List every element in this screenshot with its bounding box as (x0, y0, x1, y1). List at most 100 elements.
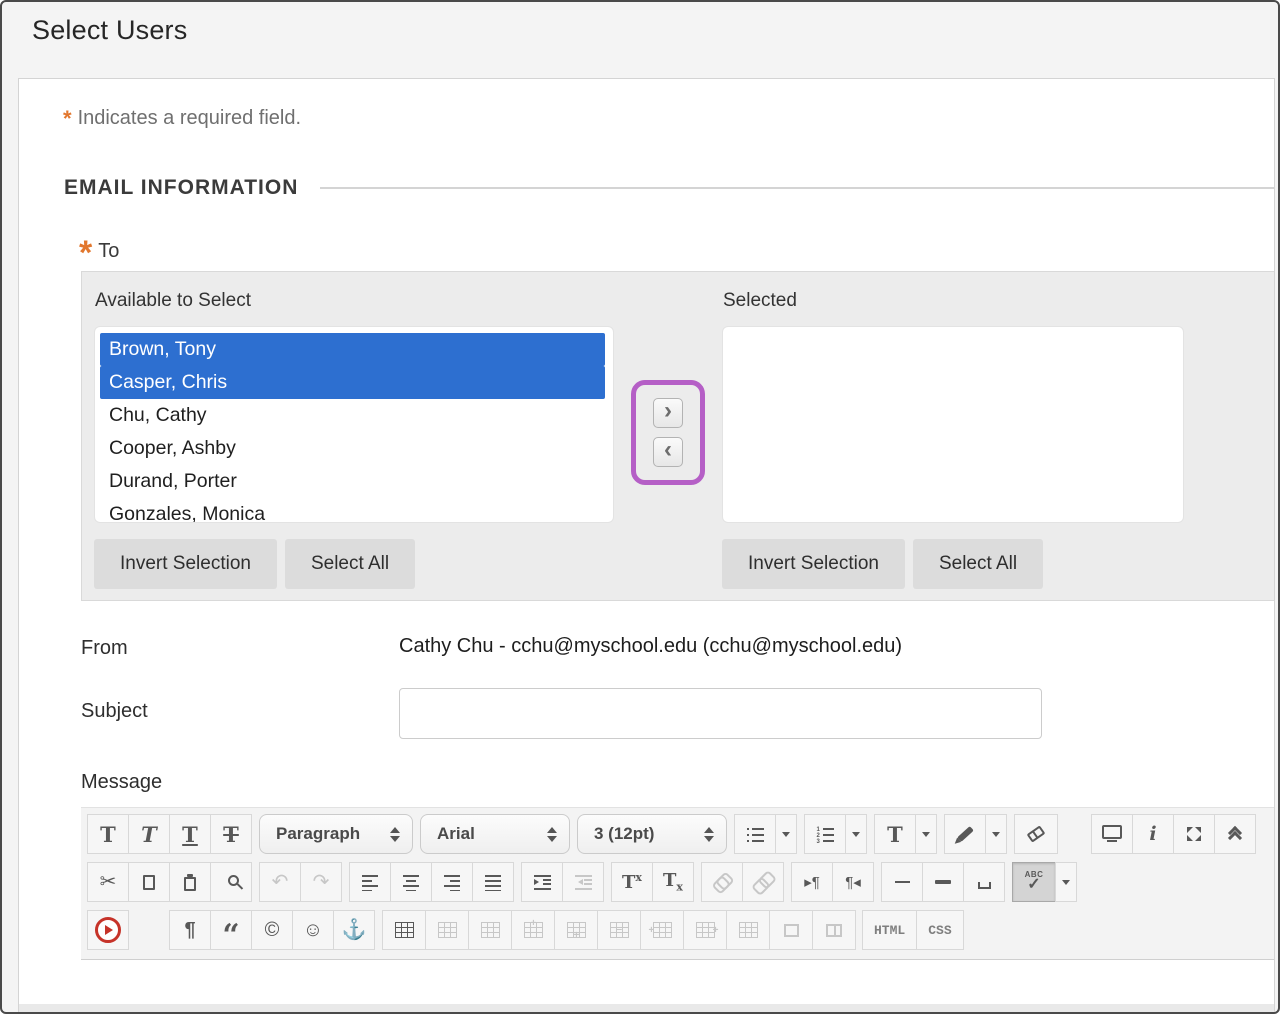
available-actions: Invert Selection Select All (94, 539, 614, 589)
list-item[interactable]: Brown, Tony (100, 333, 605, 366)
bullet-list-button[interactable] (734, 814, 776, 854)
paragraph-marks-button[interactable]: ¶ (169, 910, 211, 950)
bullet-list-menu-button[interactable] (775, 814, 797, 854)
copyright-icon: © (265, 920, 280, 940)
redo-button[interactable]: ↷ (300, 862, 342, 902)
insert-column-right-button[interactable] (683, 910, 727, 950)
special-characters-button[interactable]: © (251, 910, 293, 950)
list-item[interactable]: Durand, Porter (100, 465, 605, 498)
rtl-paragraph-button[interactable]: ¶◂ (832, 862, 874, 902)
collapse-toolbar-button[interactable] (1214, 814, 1256, 854)
selected-select-all-button[interactable]: Select All (913, 539, 1043, 589)
insert-row-below-button[interactable] (554, 910, 598, 950)
outdent-button[interactable] (562, 862, 604, 902)
paste-button[interactable] (169, 862, 211, 902)
insert-row-above-button[interactable] (511, 910, 555, 950)
align-center-icon (403, 874, 419, 891)
align-right-button[interactable] (431, 862, 473, 902)
available-listbox[interactable]: Brown, Tony Casper, Chris Chu, Cathy Coo… (94, 326, 614, 523)
paragraph-format-select[interactable]: Paragraph (259, 814, 413, 854)
bold-button[interactable]: T (87, 814, 129, 854)
align-justify-button[interactable] (472, 862, 514, 902)
emoticons-button[interactable]: ☺ (292, 910, 334, 950)
move-to-available-button[interactable]: ‹ (653, 437, 683, 467)
remove-link-button[interactable] (742, 862, 784, 902)
anchor-button[interactable]: ⚓ (333, 910, 375, 950)
spellcheck-button[interactable]: ABC ✓ (1012, 862, 1056, 902)
highlight-color-button[interactable] (944, 814, 986, 854)
accessibility-info-button[interactable]: i (1132, 814, 1174, 854)
expand-icon (1186, 826, 1202, 842)
highlight-color-menu-button[interactable] (985, 814, 1007, 854)
delete-row-icon (610, 922, 629, 938)
subscript-icon: Tx (663, 872, 683, 893)
copy-button[interactable] (128, 862, 170, 902)
list-item[interactable]: Gonzales, Monica (100, 498, 605, 523)
fullscreen-button[interactable] (1173, 814, 1215, 854)
section-heading: EMAIL INFORMATION (64, 176, 298, 200)
find-button[interactable] (210, 862, 252, 902)
move-to-selected-button[interactable]: › (653, 398, 683, 428)
ltr-paragraph-button[interactable]: ▸¶ (791, 862, 833, 902)
align-left-button[interactable] (349, 862, 391, 902)
cut-button[interactable]: ✂ (87, 862, 129, 902)
recipient-picker: Available to Select Brown, Tony Casper, … (81, 271, 1274, 601)
eraser-icon (1027, 825, 1046, 842)
html-code-button[interactable]: HTML (862, 910, 917, 950)
monitor-icon (1102, 825, 1122, 839)
text-color-menu-button[interactable] (915, 814, 937, 854)
font-family-select[interactable]: Arial (420, 814, 570, 854)
spellcheck-icon: ABC ✓ (1025, 871, 1044, 893)
preview-button[interactable] (1091, 814, 1133, 854)
numbered-list-button[interactable] (804, 814, 846, 854)
selected-invert-selection-button[interactable]: Invert Selection (722, 539, 905, 589)
list-item[interactable]: Casper, Chris (100, 366, 605, 399)
split-cell-button[interactable] (812, 910, 856, 950)
subject-input[interactable] (399, 688, 1042, 739)
spellcheck-menu-button[interactable] (1055, 862, 1077, 902)
list-item[interactable]: Cooper, Ashby (100, 432, 605, 465)
selected-listbox[interactable] (722, 326, 1184, 523)
numbered-list-menu-button[interactable] (845, 814, 867, 854)
delete-row-button[interactable] (597, 910, 641, 950)
strikethrough-button[interactable]: T (210, 814, 252, 854)
font-size-select[interactable]: 3 (12pt) (577, 814, 727, 854)
required-field-note: *Indicates a required field. (63, 106, 1274, 132)
horizontal-rule-button[interactable] (922, 862, 964, 902)
caret-down-icon (782, 832, 790, 837)
css-code-button[interactable]: CSS (916, 910, 963, 950)
delete-column-button[interactable] (726, 910, 770, 950)
insert-link-button[interactable] (701, 862, 743, 902)
remove-formatting-button[interactable] (1014, 814, 1058, 854)
to-field-label-row: *To (79, 240, 1274, 263)
available-invert-selection-button[interactable]: Invert Selection (94, 539, 277, 589)
underline-button[interactable]: T (169, 814, 211, 854)
horizontal-line-button[interactable] (881, 862, 923, 902)
scissors-icon: ✂ (100, 872, 117, 892)
undo-button[interactable]: ↶ (259, 862, 301, 902)
insert-column-left-button[interactable] (640, 910, 684, 950)
indent-button[interactable] (521, 862, 563, 902)
nonbreaking-space-button[interactable] (963, 862, 1005, 902)
italic-button[interactable]: T (128, 814, 170, 854)
superscript-button[interactable]: Tx (611, 862, 653, 902)
caret-down-icon (852, 832, 860, 837)
blockquote-button[interactable]: “ (210, 910, 252, 950)
undo-icon: ↶ (272, 872, 289, 892)
insert-table-button[interactable] (382, 910, 426, 950)
list-item[interactable]: Chu, Cathy (100, 399, 605, 432)
subscript-button[interactable]: Tx (652, 862, 694, 902)
align-center-button[interactable] (390, 862, 432, 902)
required-asterisk-icon: * (63, 106, 72, 131)
bold-icon: T (100, 824, 116, 845)
text-color-button[interactable]: T (874, 814, 916, 854)
merge-cells-icon (784, 924, 799, 937)
insert-video-button[interactable] (87, 910, 129, 950)
delete-column-icon (739, 922, 758, 938)
table-cell-properties-button[interactable] (468, 910, 512, 950)
align-justify-icon (485, 874, 501, 891)
table-row-properties-button[interactable] (425, 910, 469, 950)
available-select-all-button[interactable]: Select All (285, 539, 415, 589)
selected-column: Selected Invert Selection Select All (722, 286, 1184, 600)
merge-cells-button[interactable] (769, 910, 813, 950)
